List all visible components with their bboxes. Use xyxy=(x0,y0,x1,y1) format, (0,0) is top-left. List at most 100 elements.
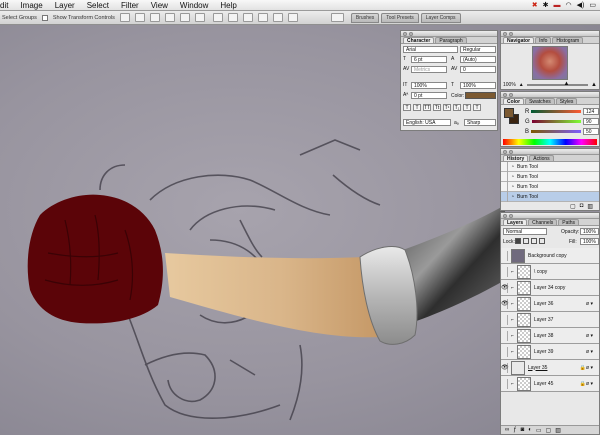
history-snapshot-checkbox[interactable] xyxy=(501,181,508,192)
superscript-button[interactable]: T¹ xyxy=(443,104,451,111)
layer-name[interactable]: Layer 45 xyxy=(534,381,553,387)
show-transform-checkbox[interactable] xyxy=(41,14,48,21)
battery-icon[interactable]: ▭ xyxy=(589,1,596,9)
visibility-toggle[interactable] xyxy=(501,314,508,325)
minimize-icon[interactable] xyxy=(509,149,513,154)
tab-channels[interactable]: Channels xyxy=(528,219,558,226)
visibility-toggle[interactable] xyxy=(501,346,508,357)
trash-icon[interactable]: ▥ xyxy=(555,427,561,434)
tab-layers[interactable]: Layers xyxy=(503,219,528,226)
tab-histogram[interactable]: Histogram xyxy=(552,37,584,44)
all-caps-button[interactable]: TT xyxy=(423,104,431,111)
lock-position-icon[interactable] xyxy=(531,238,537,244)
text-color-swatch[interactable] xyxy=(465,92,496,99)
align-left-button[interactable] xyxy=(164,13,175,22)
tab-styles[interactable]: Styles xyxy=(555,98,578,105)
channel-r-slider[interactable] xyxy=(531,110,581,113)
palette-well-icon[interactable] xyxy=(330,13,344,22)
tab-actions[interactable]: Actions xyxy=(529,155,554,162)
layer-row[interactable]: 👁 ⌐ Layer 34 copy xyxy=(501,280,599,296)
layer-row[interactable]: ⌐ Layer 37 xyxy=(501,312,599,328)
well-tab-layer-comps[interactable]: Layer Comps xyxy=(420,12,461,23)
layer-name[interactable]: Layer 35 xyxy=(528,365,547,371)
layer-name[interactable]: \ copy xyxy=(534,269,547,275)
opacity-field[interactable]: 100% xyxy=(580,228,599,235)
link-layers-icon[interactable]: ∞ xyxy=(505,427,509,433)
new-document-icon[interactable]: ▢ xyxy=(570,203,576,210)
tab-swatches[interactable]: Swatches xyxy=(525,98,555,105)
layer-row[interactable]: ⌐ Layer 45 🔒ø ▾ xyxy=(501,376,599,392)
faux-italic-button[interactable]: T xyxy=(413,104,421,111)
visibility-toggle[interactable] xyxy=(501,250,508,261)
close-icon[interactable] xyxy=(503,213,507,218)
well-tab-tool-presets[interactable]: Tool Presets xyxy=(381,12,419,23)
layer-name[interactable]: Layer 34 copy xyxy=(534,285,565,291)
zoom-slider[interactable]: ▲ xyxy=(526,81,589,87)
history-item-selected[interactable]: ◔ Burn Tool xyxy=(501,191,599,202)
tab-color[interactable]: Color xyxy=(503,98,525,105)
tab-paragraph[interactable]: Paragraph xyxy=(435,37,467,44)
distribute-bottom-button[interactable] xyxy=(242,13,253,22)
language-select[interactable]: English: USA xyxy=(403,119,451,126)
blend-mode-select[interactable]: Normal xyxy=(503,228,547,235)
volume-icon[interactable]: ◀) xyxy=(577,1,585,9)
align-bottom-button[interactable] xyxy=(149,13,160,22)
distribute-left-button[interactable] xyxy=(257,13,268,22)
channel-b-field[interactable]: 50 xyxy=(583,128,599,135)
layer-row[interactable]: 👁 Layer 35 🔒ø ▾ xyxy=(501,360,599,376)
navigator-preview[interactable] xyxy=(532,46,568,80)
layer-row[interactable]: 👁 ⌐ Layer 36 ø ▾ xyxy=(501,296,599,312)
underline-button[interactable]: T xyxy=(463,104,471,111)
layer-row[interactable]: Background copy xyxy=(501,248,599,264)
tracking-field[interactable]: 0 xyxy=(460,66,496,73)
layer-row[interactable]: ⌐ Layer 38 ø ▾ xyxy=(501,328,599,344)
minimize-icon[interactable] xyxy=(509,92,513,97)
layer-row[interactable]: ⌐ \ copy xyxy=(501,264,599,280)
tab-history[interactable]: History xyxy=(503,155,529,162)
minimize-icon[interactable] xyxy=(509,213,513,218)
layer-name[interactable]: Background copy xyxy=(528,253,567,259)
align-right-button[interactable] xyxy=(194,13,205,22)
channel-g-slider[interactable] xyxy=(531,120,581,123)
kerning-field[interactable]: Metrics xyxy=(411,66,447,73)
distribute-center-button[interactable] xyxy=(272,13,283,22)
new-layer-icon[interactable]: ▢ xyxy=(546,427,552,434)
menu-window[interactable]: Window xyxy=(174,1,214,10)
horizontal-scale-field[interactable]: 100% xyxy=(460,82,496,89)
font-size-field[interactable]: 6 pt xyxy=(411,56,447,63)
camera-icon[interactable]: ◘ xyxy=(580,203,584,210)
script-icon[interactable]: ✖ xyxy=(532,1,538,9)
history-snapshot-checkbox[interactable] xyxy=(501,191,508,202)
zoom-out-icon[interactable]: ▲ xyxy=(519,82,524,88)
tab-info[interactable]: Info xyxy=(535,37,552,44)
leading-field[interactable]: (Auto) xyxy=(460,56,496,63)
history-item[interactable]: ◔ Burn Tool xyxy=(501,161,599,172)
baseline-field[interactable]: 0 pt xyxy=(411,92,447,99)
close-icon[interactable] xyxy=(503,92,507,97)
minimize-icon[interactable] xyxy=(409,31,413,36)
visibility-toggle[interactable] xyxy=(501,378,508,389)
color-spectrum-bar[interactable] xyxy=(503,139,597,145)
strikethrough-button[interactable]: T xyxy=(473,104,481,111)
menu-view[interactable]: View xyxy=(145,1,174,10)
layer-name[interactable]: Layer 37 xyxy=(534,317,553,323)
visibility-toggle[interactable]: 👁 xyxy=(501,282,509,293)
menu-edit[interactable]: dit xyxy=(0,1,14,10)
zoom-level[interactable]: 100% xyxy=(503,82,516,88)
visibility-toggle[interactable]: 👁 xyxy=(501,362,509,373)
layer-row[interactable]: ⌐ Layer 39 ø ▾ xyxy=(501,344,599,360)
menu-help[interactable]: Help xyxy=(214,1,242,10)
close-icon[interactable] xyxy=(503,149,507,154)
close-icon[interactable] xyxy=(403,31,407,36)
lock-image-icon[interactable] xyxy=(523,238,529,244)
antialias-select[interactable]: Sharp xyxy=(464,119,496,126)
zoom-in-icon[interactable]: ▲ xyxy=(591,82,597,88)
vertical-scale-field[interactable]: 100% xyxy=(411,82,447,89)
flag-icon[interactable]: ▬ xyxy=(554,2,561,9)
history-snapshot-checkbox[interactable] xyxy=(501,161,508,172)
font-family-select[interactable]: Arial xyxy=(403,46,458,53)
distribute-middle-button[interactable] xyxy=(227,13,238,22)
layer-name[interactable]: Layer 36 xyxy=(534,301,553,307)
adjustment-layer-icon[interactable]: ◐ xyxy=(528,427,532,433)
fill-field[interactable]: 100% xyxy=(580,238,599,245)
